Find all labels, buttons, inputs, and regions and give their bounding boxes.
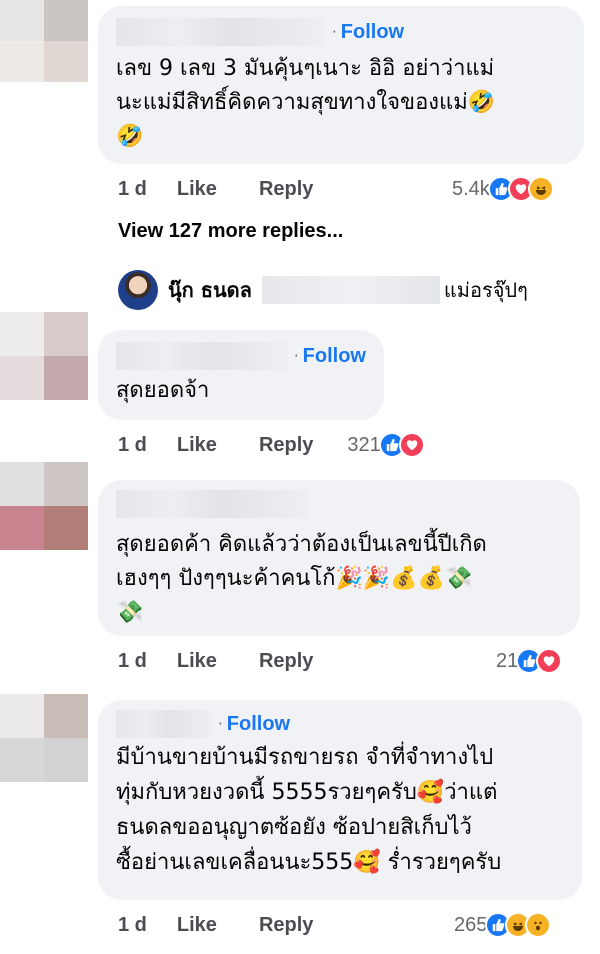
- comment-header: · Follow: [116, 340, 366, 372]
- reaction-summary[interactable]: 21: [496, 648, 563, 674]
- comment-text: สุดยอดค้า คิดแล้วว่าต้องเป็นเลขนี้ปีเกิด…: [116, 532, 487, 625]
- follow-button[interactable]: Follow: [341, 21, 404, 44]
- comment-bubble: · Follow มีบ้านขายบ้านมีรถขายรถ จำที่จำท…: [98, 700, 582, 900]
- reply-text-redacted: [261, 276, 440, 304]
- love-reaction-icon: [536, 648, 563, 674]
- like-button[interactable]: Like: [177, 178, 217, 201]
- comment-text: สุดยอดจ้า: [116, 378, 210, 403]
- comment-bubble: · Follow เลข 9 เลข 3 มันคุ้นๆเนาะ อิอิ อ…: [98, 6, 584, 164]
- like-button[interactable]: Like: [177, 914, 217, 937]
- comment-actions: 1 d Like Reply: [118, 650, 355, 673]
- reply-button[interactable]: Reply: [259, 914, 313, 937]
- reaction-summary[interactable]: 265: [454, 912, 552, 938]
- comment-timestamp[interactable]: 1 d: [118, 434, 147, 457]
- comment-text: มีบ้านขายบ้านมีรถขายรถ จำที่จำทางไป ทุ่ม…: [116, 745, 502, 875]
- reaction-count: 265: [454, 913, 488, 936]
- comment-header: · Follow: [116, 16, 566, 48]
- reaction-summary[interactable]: 321: [347, 432, 425, 458]
- reaction-count: 21: [496, 649, 519, 672]
- love-reaction-icon: [398, 432, 425, 458]
- avatar[interactable]: [0, 462, 88, 550]
- comment-bubble: สุดยอดค้า คิดแล้วว่าต้องเป็นเลขนี้ปีเกิด…: [98, 480, 580, 636]
- separator-dot: ·: [293, 347, 299, 365]
- reply-snippet: แม่อรจุ๊ปๆ: [443, 278, 528, 302]
- commenter-name-redacted[interactable]: [116, 342, 288, 370]
- comment-header: [116, 488, 562, 520]
- haha-reaction-icon: [527, 176, 554, 202]
- comment-timestamp[interactable]: 1 d: [118, 178, 147, 201]
- comment-timestamp[interactable]: 1 d: [118, 914, 147, 937]
- comment-timestamp[interactable]: 1 d: [118, 650, 147, 673]
- reply-button[interactable]: Reply: [259, 434, 313, 457]
- reply-preview[interactable]: นุ๊ก ธนดล แม่อรจุ๊ปๆ: [118, 268, 528, 312]
- avatar[interactable]: [0, 312, 88, 400]
- comment-actions: 1 d Like Reply: [118, 178, 355, 201]
- comment-actions: 1 d Like Reply 321: [118, 432, 425, 458]
- reply-author-name[interactable]: นุ๊ก ธนดล: [168, 274, 252, 306]
- commenter-name-redacted[interactable]: [116, 18, 326, 46]
- wow-reaction-icon: [525, 912, 552, 938]
- commenter-name-redacted[interactable]: [116, 710, 212, 738]
- reply-button[interactable]: Reply: [259, 650, 313, 673]
- separator-dot: ·: [332, 23, 337, 41]
- reply-button[interactable]: Reply: [259, 178, 313, 201]
- follow-button[interactable]: Follow: [303, 345, 366, 368]
- comment-header: · Follow: [116, 708, 564, 740]
- like-button[interactable]: Like: [177, 650, 217, 673]
- follow-button[interactable]: Follow: [227, 713, 290, 736]
- reaction-count: 5.4k: [452, 177, 490, 200]
- like-button[interactable]: Like: [177, 434, 217, 457]
- view-more-replies-link[interactable]: View 127 more replies...: [118, 220, 343, 243]
- comment-text: เลข 9 เลข 3 มันคุ้นๆเนาะ อิอิ อย่าว่าแม่…: [116, 56, 496, 149]
- avatar[interactable]: [0, 0, 88, 82]
- reaction-count: 321: [347, 433, 381, 456]
- separator-dot: ·: [218, 715, 223, 733]
- comment-bubble: · Follow สุดยอดจ้า: [98, 330, 384, 420]
- avatar[interactable]: [0, 694, 88, 782]
- comment-actions: 1 d Like Reply: [118, 914, 355, 937]
- avatar[interactable]: [118, 270, 158, 310]
- commenter-name-redacted[interactable]: [116, 490, 308, 518]
- reaction-summary[interactable]: 5.4k: [452, 176, 554, 202]
